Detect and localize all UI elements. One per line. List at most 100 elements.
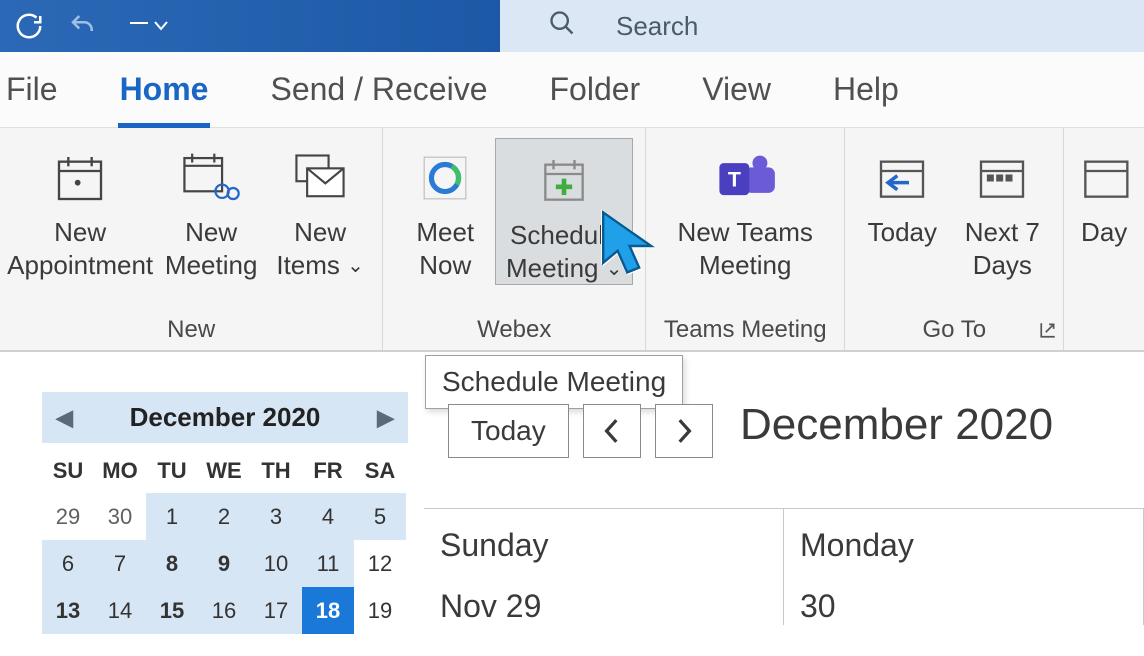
- group-arrange-partial: Day: [1064, 128, 1144, 350]
- calendar-main-pane: ◀ Schedule Meeting Today December 2020 S…: [420, 352, 1144, 656]
- tab-view[interactable]: View: [700, 71, 773, 108]
- date-nav-row: Today: [448, 404, 713, 458]
- mini-calendar: ◀ December 2020 ▶ SUMOTUWETHFRSA 2930123…: [0, 352, 420, 656]
- undo-icon[interactable]: [66, 11, 100, 41]
- new-teams-meeting-button[interactable]: T New Teams Meeting: [660, 138, 830, 281]
- button-label: Today: [868, 216, 937, 249]
- calendar-day[interactable]: 14: [94, 587, 146, 634]
- dialog-launcher-icon[interactable]: [1039, 321, 1057, 344]
- tab-folder[interactable]: Folder: [547, 71, 642, 108]
- day-name: Sunday: [440, 527, 783, 564]
- group-label: Teams Meeting: [664, 314, 827, 350]
- group-label: [1101, 314, 1108, 350]
- mini-calendar-grid: SUMOTUWETHFRSA 2930123456789101112131415…: [42, 449, 406, 634]
- tab-home[interactable]: Home: [118, 71, 211, 108]
- sync-icon[interactable]: [14, 11, 44, 41]
- group-teams: T New Teams Meeting Teams Meeting: [646, 128, 845, 350]
- calendar-plus-icon: [536, 147, 592, 215]
- calendar-day[interactable]: 30: [94, 493, 146, 540]
- next-7-days-button[interactable]: Next 7 Days: [950, 138, 1054, 281]
- calendar-back-icon: [874, 144, 930, 212]
- tab-help[interactable]: Help: [831, 71, 901, 108]
- svg-text:T: T: [728, 168, 741, 192]
- calendar-day[interactable]: 5: [354, 493, 406, 540]
- prev-month-button[interactable]: ◀: [56, 405, 73, 431]
- calendar-day[interactable]: 11: [302, 540, 354, 587]
- calendar-day[interactable]: 1: [146, 493, 198, 540]
- calendar-day[interactable]: 8: [146, 540, 198, 587]
- calendar-day[interactable]: 17: [250, 587, 302, 634]
- group-webex: Meet Now Schedule Meeting ⌄ Webex: [383, 128, 646, 350]
- chevron-down-icon: ⌄: [606, 257, 623, 282]
- chevron-down-icon: ⌄: [347, 254, 364, 279]
- calendar-day[interactable]: 15: [146, 587, 198, 634]
- day-date: Nov 29: [440, 588, 783, 625]
- button-label-l1: Schedule: [510, 219, 618, 252]
- mini-calendar-title: December 2020: [130, 402, 321, 433]
- weekday-header: MO: [94, 449, 146, 493]
- next-period-button[interactable]: [655, 404, 713, 458]
- day-name: Monday: [800, 527, 1143, 564]
- ribbon: New Appointment New Meeting: [0, 128, 1144, 352]
- next-month-button[interactable]: ▶: [377, 405, 394, 431]
- day-view-button[interactable]: Day: [1072, 138, 1136, 249]
- calendar-day[interactable]: 9: [198, 540, 250, 587]
- search-placeholder: Search: [616, 11, 698, 42]
- calendar-day[interactable]: 29: [42, 493, 94, 540]
- button-label: Next 7 Days: [965, 216, 1040, 281]
- new-meeting-button[interactable]: New Meeting: [155, 138, 267, 281]
- calendar-7-icon: [974, 144, 1030, 212]
- group-label: New: [167, 314, 215, 350]
- calendar-day[interactable]: 10: [250, 540, 302, 587]
- button-label: New Meeting: [165, 216, 258, 281]
- calendar-icon: [52, 144, 108, 212]
- meet-now-button[interactable]: Meet Now: [395, 138, 495, 281]
- weekday-header: FR: [302, 449, 354, 493]
- schedule-meeting-button[interactable]: Schedule Meeting ⌄: [495, 138, 633, 285]
- search-box[interactable]: Search: [500, 0, 1144, 52]
- calendar-day[interactable]: 13: [42, 587, 94, 634]
- calendar-day[interactable]: 4: [302, 493, 354, 540]
- calendar-day[interactable]: 16: [198, 587, 250, 634]
- group-label: Go To: [923, 314, 987, 350]
- calendar-day[interactable]: 12: [354, 540, 406, 587]
- calendar-day[interactable]: 6: [42, 540, 94, 587]
- quick-access: [0, 11, 176, 41]
- button-label: Meet Now: [416, 216, 474, 281]
- calendar-day[interactable]: 19: [354, 587, 406, 634]
- mini-calendar-header: ◀ December 2020 ▶: [42, 392, 408, 443]
- qat-customize[interactable]: [122, 17, 176, 35]
- group-goto: Today Next 7 Days Go To: [845, 128, 1064, 350]
- new-items-button[interactable]: New Items ⌄: [267, 138, 373, 281]
- calendar-day[interactable]: 18: [302, 587, 354, 634]
- webex-circle-icon: [420, 144, 470, 212]
- button-label: Day: [1081, 216, 1127, 249]
- items-icon: [290, 144, 350, 212]
- day-columns: Sunday Nov 29 Monday 30: [424, 508, 1144, 625]
- button-label: New Teams Meeting: [678, 216, 813, 281]
- weekday-header: SU: [42, 449, 94, 493]
- prev-period-button[interactable]: [583, 404, 641, 458]
- tooltip: Schedule Meeting: [425, 355, 683, 409]
- new-appointment-button[interactable]: New Appointment: [5, 138, 155, 281]
- group-new: New Appointment New Meeting: [0, 128, 383, 350]
- titlebar: Search: [0, 0, 1144, 52]
- ribbon-tabs: File Home Send / Receive Folder View Hel…: [0, 52, 1144, 128]
- today-button[interactable]: Today: [854, 138, 950, 249]
- tab-file[interactable]: File: [4, 71, 60, 108]
- calendar-people-icon: [180, 144, 242, 212]
- day-column-monday[interactable]: Monday 30: [784, 509, 1144, 625]
- today-nav-button[interactable]: Today: [448, 404, 569, 458]
- content-area: ◀ December 2020 ▶ SUMOTUWETHFRSA 2930123…: [0, 352, 1144, 656]
- tab-send-receive[interactable]: Send / Receive: [268, 71, 489, 108]
- calendar-day[interactable]: 3: [250, 493, 302, 540]
- calendar-day[interactable]: 7: [94, 540, 146, 587]
- button-label: New Items ⌄: [276, 216, 364, 281]
- calendar-day[interactable]: 2: [198, 493, 250, 540]
- weekday-header: WE: [198, 449, 250, 493]
- calendar-day-icon: [1079, 144, 1129, 212]
- calendar-heading: December 2020: [740, 400, 1053, 450]
- teams-icon: T: [713, 144, 777, 212]
- weekday-header: TU: [146, 449, 198, 493]
- day-column-sunday[interactable]: Sunday Nov 29: [424, 509, 784, 625]
